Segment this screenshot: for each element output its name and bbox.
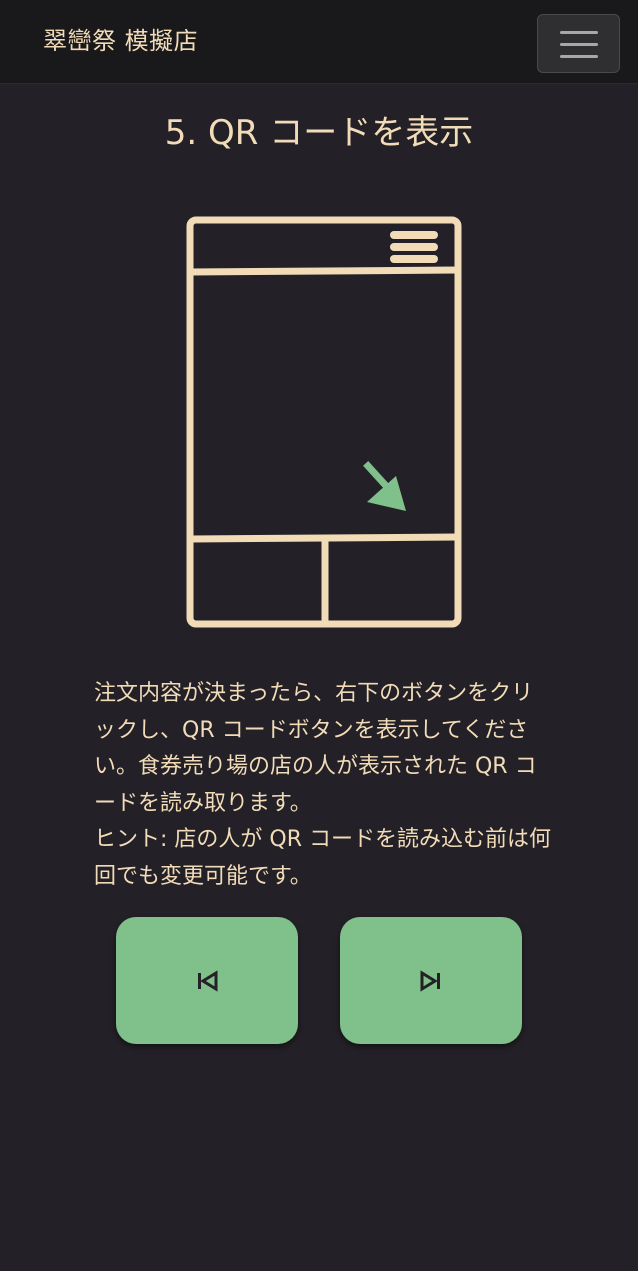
next-step-button[interactable] bbox=[340, 917, 522, 1044]
instruction-hint: ヒント: 店の人が QR コードを読み込む前は何回でも変更可能です。 bbox=[94, 827, 551, 889]
top-navbar: 翠巒祭 模擬店 bbox=[0, 0, 638, 84]
instruction-body: 注文内容が決まったら、右下のボタンをクリックし、QR コードボタンを表示してくだ… bbox=[94, 681, 537, 816]
skip-previous-icon bbox=[198, 970, 218, 992]
arrow-down-right-icon bbox=[363, 461, 406, 511]
menu-toggle-button[interactable] bbox=[537, 14, 620, 73]
page-title: 5. QR コードを表示 bbox=[164, 113, 474, 153]
skip-next-icon bbox=[420, 970, 440, 992]
previous-step-button[interactable] bbox=[116, 917, 298, 1044]
instruction-text: 注文内容が決まったら、右下のボタンをクリックし、QR コードボタンを表示してくだ… bbox=[94, 676, 554, 895]
phone-illustration bbox=[184, 214, 464, 630]
phone-header-divider bbox=[186, 266, 462, 276]
site-brand[interactable]: 翠巒祭 模擬店 bbox=[43, 24, 198, 58]
phone-menu-icon bbox=[390, 231, 438, 263]
